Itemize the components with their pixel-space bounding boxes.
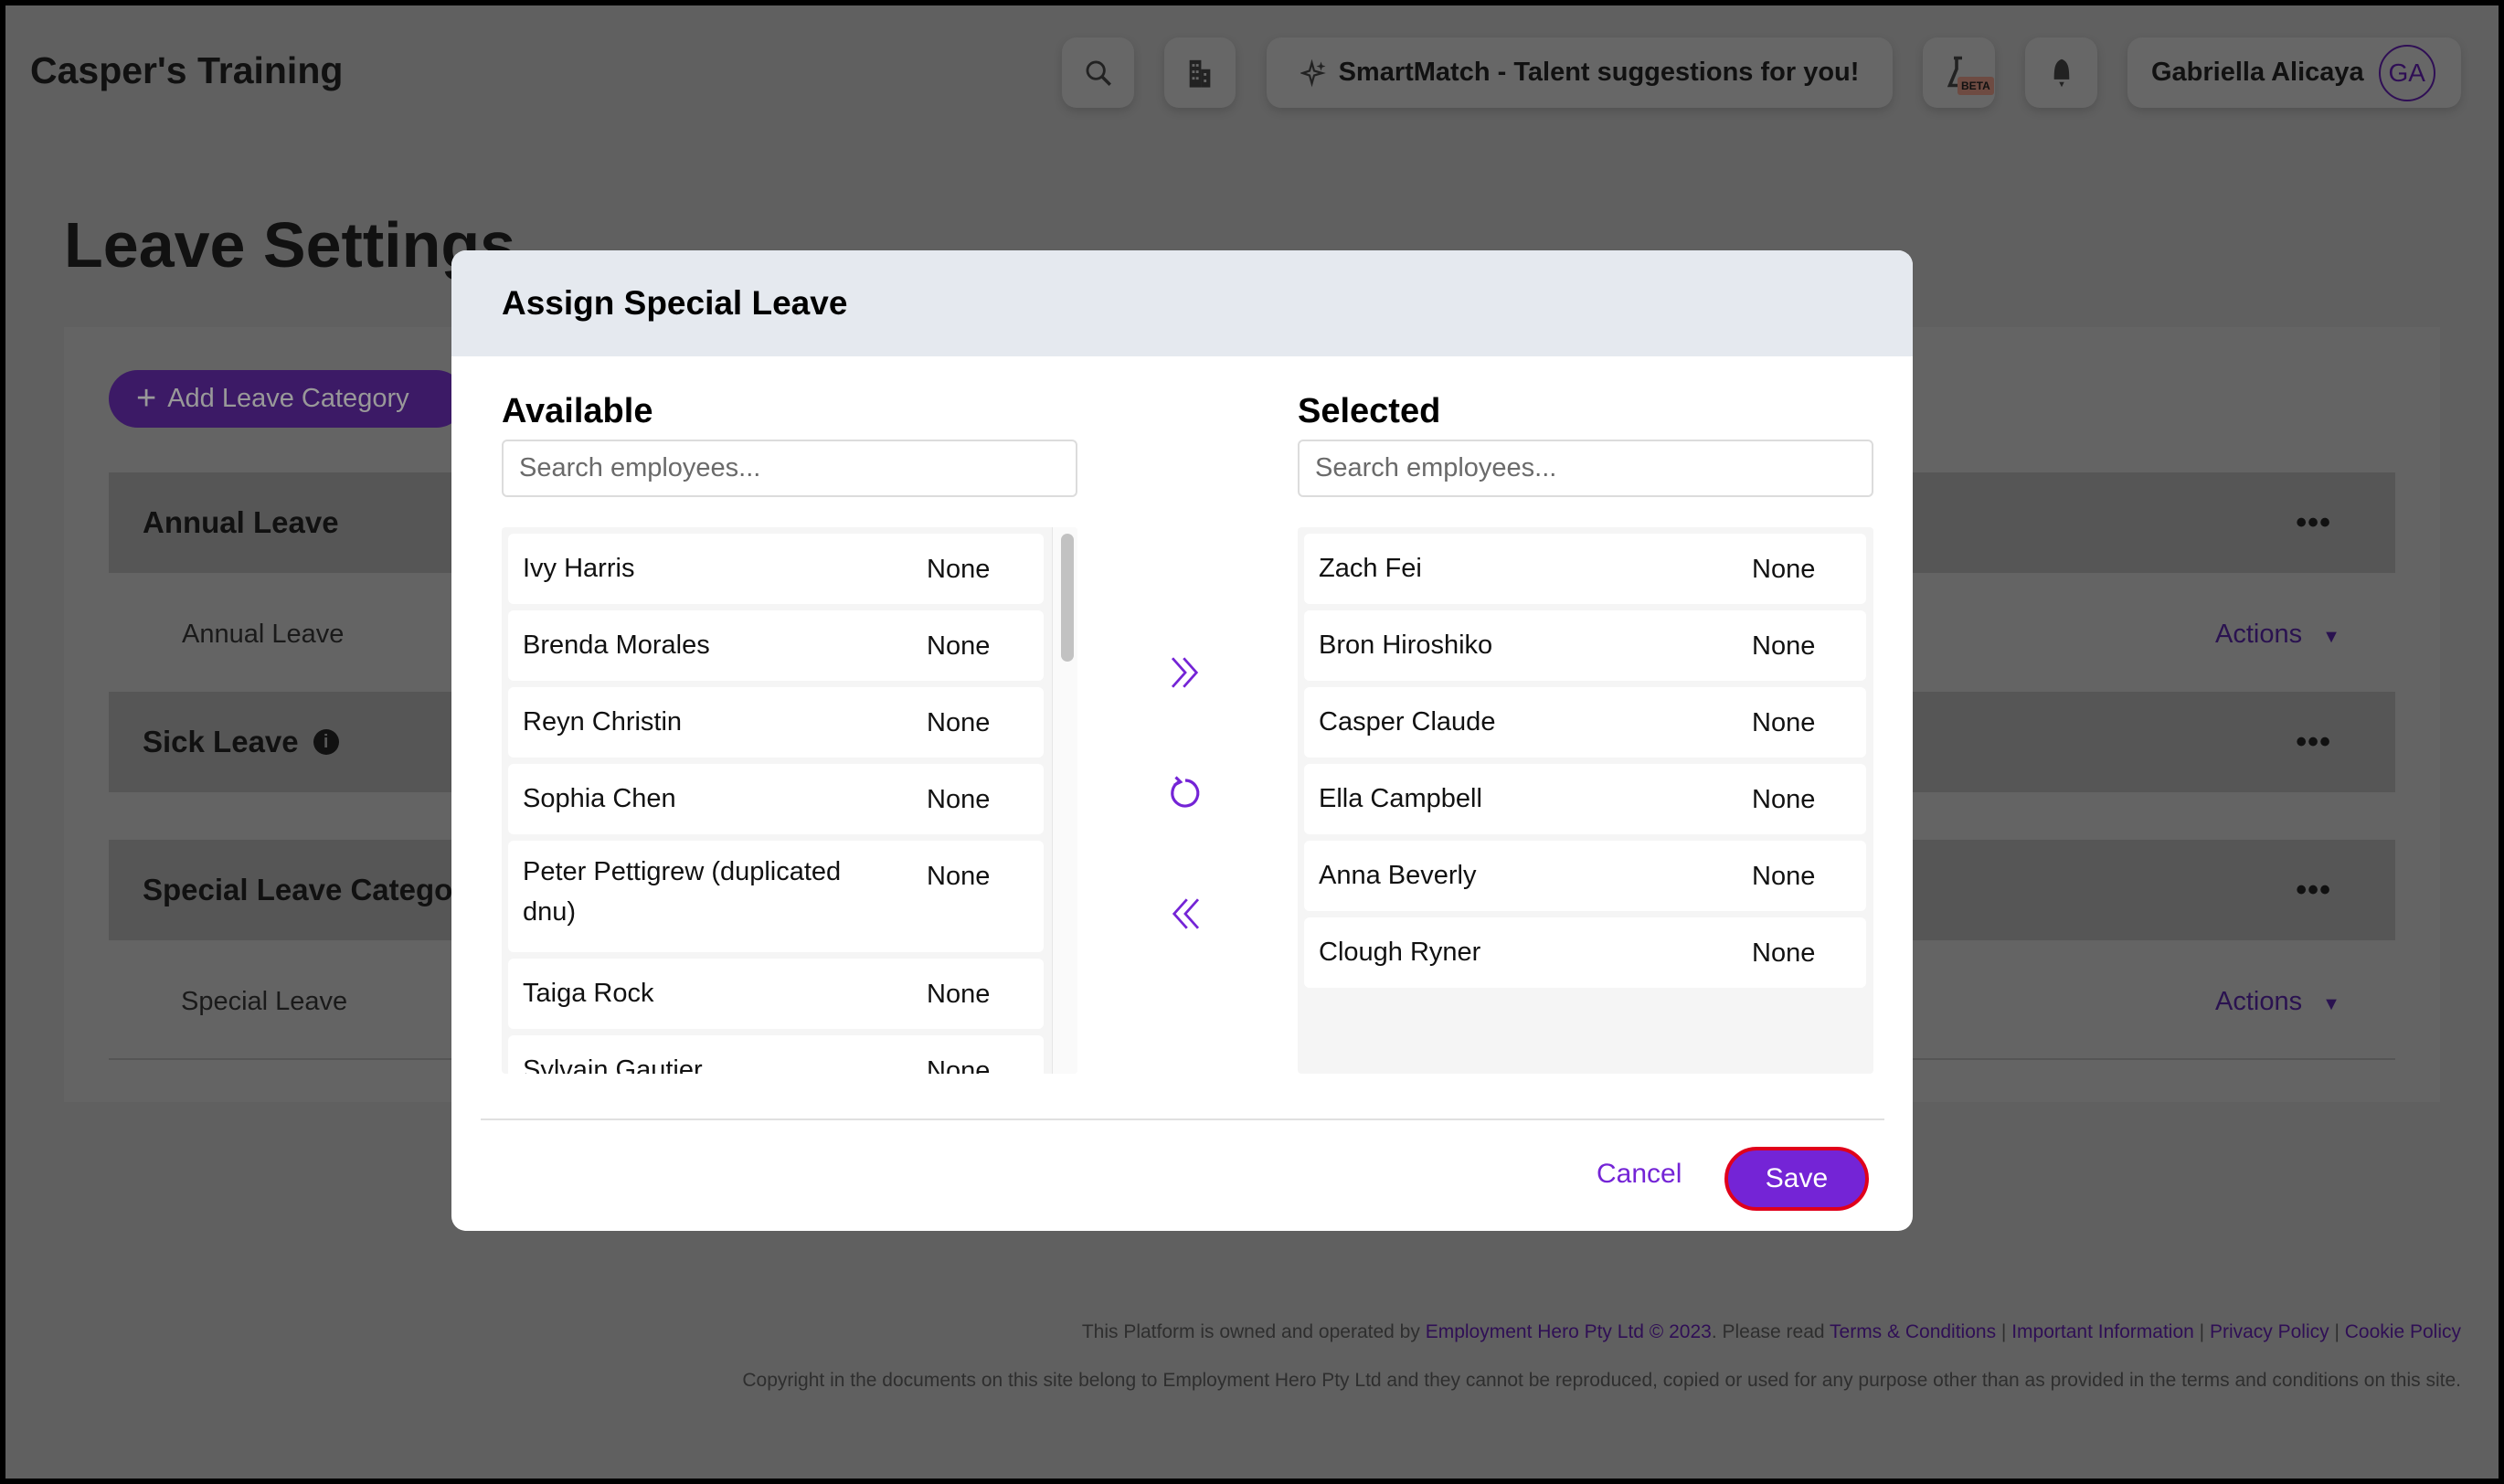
- available-search-input[interactable]: [502, 440, 1077, 497]
- bell-icon: [2049, 57, 2074, 90]
- employee-name: Ivy Harris: [523, 548, 888, 588]
- scrollbar-thumb[interactable]: [1061, 534, 1074, 662]
- employee-item[interactable]: Brenda Morales None: [508, 610, 1044, 681]
- employee-leave-status: None: [927, 707, 990, 738]
- caret-down-icon: ▼: [2322, 994, 2340, 1014]
- more-options-icon[interactable]: •••: [2296, 873, 2331, 908]
- employee-leave-status: None: [927, 1055, 990, 1074]
- more-options-icon[interactable]: •••: [2296, 505, 2331, 541]
- employee-leave-status: None: [927, 554, 990, 585]
- employee-item[interactable]: Sophia Chen None: [508, 764, 1044, 834]
- save-button[interactable]: Save: [1724, 1147, 1869, 1211]
- employee-item[interactable]: Sylvain Gautier None: [508, 1035, 1044, 1074]
- assign-special-leave-modal: Assign Special Leave Available Ivy Harri…: [451, 250, 1913, 1231]
- employee-item[interactable]: Anna Beverly None: [1304, 841, 1866, 911]
- selected-label: Selected: [1298, 392, 1440, 431]
- employee-name: Taiga Rock: [523, 973, 888, 1013]
- page-title: Leave Settings: [64, 208, 515, 281]
- employee-item[interactable]: Zach Fei None: [1304, 534, 1866, 604]
- user-name: Gabriella Alicaya: [2151, 58, 2364, 88]
- move-all-left-icon[interactable]: [1166, 895, 1204, 933]
- employee-item[interactable]: Clough Ryner None: [1304, 917, 1866, 988]
- selected-search-input[interactable]: [1298, 440, 1873, 497]
- company-link[interactable]: Employment Hero Pty Ltd © 2023: [1426, 1321, 1712, 1342]
- employee-leave-status: None: [927, 631, 990, 662]
- cookie-link[interactable]: Cookie Policy: [2345, 1321, 2461, 1342]
- footer-legal: This Platform is owned and operated by E…: [1082, 1321, 2461, 1343]
- search-icon: [1083, 58, 1114, 89]
- add-leave-category-button[interactable]: + Add Leave Category: [109, 370, 465, 428]
- labs-button[interactable]: BETA: [1923, 37, 1995, 108]
- employee-item[interactable]: Peter Pettigrew (duplicated dnu) None: [508, 841, 1044, 952]
- employee-leave-status: None: [927, 979, 990, 1010]
- building-icon: [1186, 58, 1214, 89]
- employee-leave-status: None: [1752, 784, 1815, 815]
- employee-leave-status: None: [1752, 861, 1815, 892]
- employee-name: Sophia Chen: [523, 779, 888, 819]
- leave-type-name: Special Leave: [181, 987, 347, 1017]
- available-label: Available: [502, 392, 653, 431]
- actions-dropdown[interactable]: Actions ▼: [2215, 987, 2340, 1017]
- employee-name: Ella Campbell: [1319, 779, 1684, 819]
- employee-leave-status: None: [1752, 631, 1815, 662]
- employee-name: Zach Fei: [1319, 548, 1684, 588]
- employee-name: Sylvain Gautier: [523, 1050, 888, 1074]
- leave-type-name: Annual Leave: [182, 620, 344, 650]
- footer-copyright: Copyright in the documents on this site …: [742, 1370, 2461, 1392]
- employee-leave-status: None: [1752, 938, 1815, 969]
- employee-name: Clough Ryner: [1319, 932, 1684, 972]
- employee-name: Bron Hiroshiko: [1319, 625, 1684, 665]
- add-label: Add Leave Category: [167, 384, 408, 414]
- employee-name: Peter Pettigrew (duplicated dnu): [523, 852, 888, 932]
- actions-dropdown[interactable]: Actions ▼: [2215, 620, 2340, 650]
- plus-icon: +: [136, 379, 156, 419]
- employee-name: Reyn Christin: [523, 702, 888, 742]
- employee-name: Brenda Morales: [523, 625, 888, 665]
- available-list: Ivy HarrisNoneBrenda MoralesNoneReyn Chr…: [502, 527, 1077, 1074]
- organisation-button[interactable]: [1164, 37, 1236, 108]
- category-name: Annual Leave: [143, 505, 339, 540]
- employee-item[interactable]: Ivy Harris None: [508, 534, 1044, 604]
- sparkle-icon: [1300, 58, 1328, 89]
- employee-leave-status: None: [927, 784, 990, 815]
- employee-item[interactable]: Ella Campbell None: [1304, 764, 1866, 834]
- privacy-link[interactable]: Privacy Policy: [2210, 1321, 2329, 1342]
- smartmatch-label: SmartMatch - Talent suggestions for you!: [1339, 58, 1860, 88]
- modal-divider: [481, 1118, 1884, 1120]
- search-button[interactable]: [1062, 37, 1134, 108]
- employee-leave-status: None: [927, 861, 990, 892]
- avatar: GA: [2379, 45, 2435, 101]
- user-menu[interactable]: Gabriella Alicaya GA: [2127, 37, 2461, 108]
- move-all-right-icon[interactable]: [1166, 653, 1204, 692]
- employee-item[interactable]: Taiga Rock None: [508, 959, 1044, 1029]
- smartmatch-button[interactable]: SmartMatch - Talent suggestions for you!: [1267, 37, 1893, 108]
- more-options-icon[interactable]: •••: [2296, 725, 2331, 760]
- page-overlay: Casper's Training SmartMatch - Talent su…: [5, 5, 2499, 1479]
- reset-icon[interactable]: [1166, 774, 1204, 812]
- info-icon: i: [313, 729, 339, 755]
- employee-item[interactable]: Reyn Christin None: [508, 687, 1044, 758]
- important-info-link[interactable]: Important Information: [2011, 1321, 2194, 1342]
- category-name: Special Leave Category: [143, 873, 482, 907]
- employee-leave-status: None: [1752, 707, 1815, 738]
- cancel-button[interactable]: Cancel: [1597, 1159, 1682, 1190]
- selected-list: Zach FeiNoneBron HiroshikoNoneCasper Cla…: [1298, 527, 1873, 1074]
- employee-item[interactable]: Bron Hiroshiko None: [1304, 610, 1866, 681]
- beta-badge: BETA: [1958, 77, 1994, 95]
- caret-down-icon: ▼: [2322, 627, 2340, 647]
- category-name: Sick Leave: [143, 725, 299, 759]
- app-title: Casper's Training: [30, 49, 343, 92]
- terms-link[interactable]: Terms & Conditions: [1830, 1321, 1996, 1342]
- notifications-button[interactable]: [2025, 37, 2097, 108]
- modal-title: Assign Special Leave: [451, 250, 1913, 356]
- employee-name: Casper Claude: [1319, 702, 1684, 742]
- employee-item[interactable]: Casper Claude None: [1304, 687, 1866, 758]
- employee-name: Anna Beverly: [1319, 855, 1684, 896]
- scrollbar-track[interactable]: [1052, 527, 1077, 1074]
- employee-leave-status: None: [1752, 554, 1815, 585]
